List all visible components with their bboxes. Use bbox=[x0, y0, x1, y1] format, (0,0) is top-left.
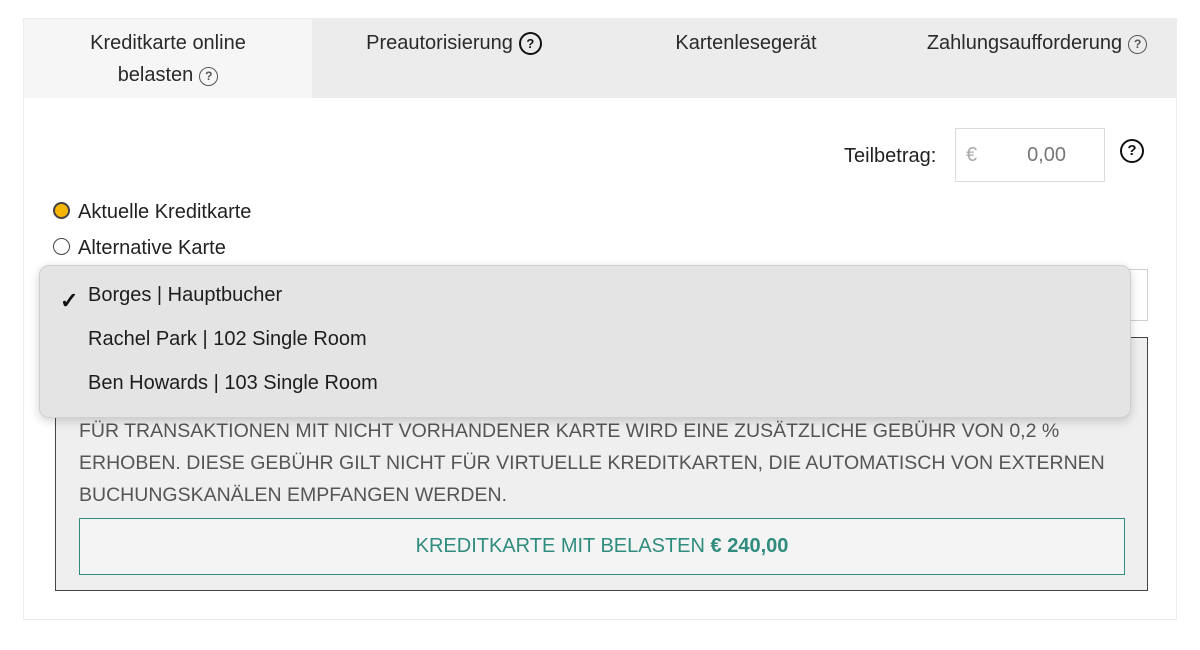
card-holder-dropdown: ✓ Borges | Hauptbucher Rachel Park | 102… bbox=[39, 265, 1131, 418]
tab-payment-request-label: Zahlungsaufforderung bbox=[926, 32, 1123, 54]
partial-amount-value: 0,00 bbox=[1027, 144, 1066, 166]
tab-card-reader-label: Kartenlesegerät bbox=[675, 32, 817, 54]
question-circle-icon[interactable]: ? bbox=[199, 67, 219, 86]
charge-card-button-label: KREDITKARTE MIT BELASTEN bbox=[415, 535, 705, 557]
radio-alternative-card-label: Alternative Karte bbox=[78, 237, 226, 259]
tab-bar: Kreditkarte online belasten? Preautorisi… bbox=[24, 19, 1176, 98]
dropdown-item-rachel-park[interactable]: Rachel Park | 102 Single Room bbox=[88, 328, 367, 351]
tab-preauthorization-label: Preautorisierung bbox=[366, 32, 513, 54]
notice-text: FÜR TRANSAKTIONEN MIT NICHT VORHANDENER … bbox=[79, 420, 1105, 506]
charge-card-button-amount: € 240,00 bbox=[710, 535, 789, 557]
tab-online-charge-label-line2: belasten bbox=[117, 64, 194, 86]
currency-symbol: € bbox=[966, 144, 978, 166]
tab-preauthorization[interactable]: Preautorisierung? bbox=[312, 19, 596, 98]
charge-card-button[interactable]: KREDITKARTE MIT BELASTEN € 240,00 bbox=[79, 518, 1125, 575]
radio-current-card-indicator[interactable] bbox=[53, 202, 70, 219]
radio-current-card[interactable]: Aktuelle Kreditkarte bbox=[53, 201, 251, 224]
radio-alternative-card[interactable]: Alternative Karte bbox=[53, 237, 226, 260]
partial-amount-help[interactable]: ? bbox=[1120, 139, 1144, 163]
radio-alternative-card-indicator[interactable] bbox=[53, 238, 70, 255]
dropdown-item-borges[interactable]: Borges | Hauptbucher bbox=[88, 284, 282, 307]
dropdown-item-ben-howards[interactable]: Ben Howards | 103 Single Room bbox=[88, 372, 378, 395]
radio-current-card-label: Aktuelle Kreditkarte bbox=[78, 201, 252, 223]
question-circle-icon[interactable]: ? bbox=[518, 32, 542, 55]
tab-card-reader[interactable]: Kartenlesegerät bbox=[596, 19, 896, 98]
partial-amount-input[interactable]: € 0,00 bbox=[955, 128, 1105, 182]
question-circle-icon[interactable]: ? bbox=[1128, 35, 1148, 54]
question-circle-icon[interactable]: ? bbox=[1120, 139, 1144, 163]
tab-online-charge-label-line1: Kreditkarte online bbox=[90, 32, 246, 54]
tab-online-charge[interactable]: Kreditkarte online belasten? bbox=[24, 19, 312, 98]
partial-amount-label: Teilbetrag: bbox=[844, 145, 937, 167]
checkmark-icon: ✓ bbox=[60, 288, 79, 313]
tab-payment-request[interactable]: Zahlungsaufforderung? bbox=[896, 19, 1178, 98]
